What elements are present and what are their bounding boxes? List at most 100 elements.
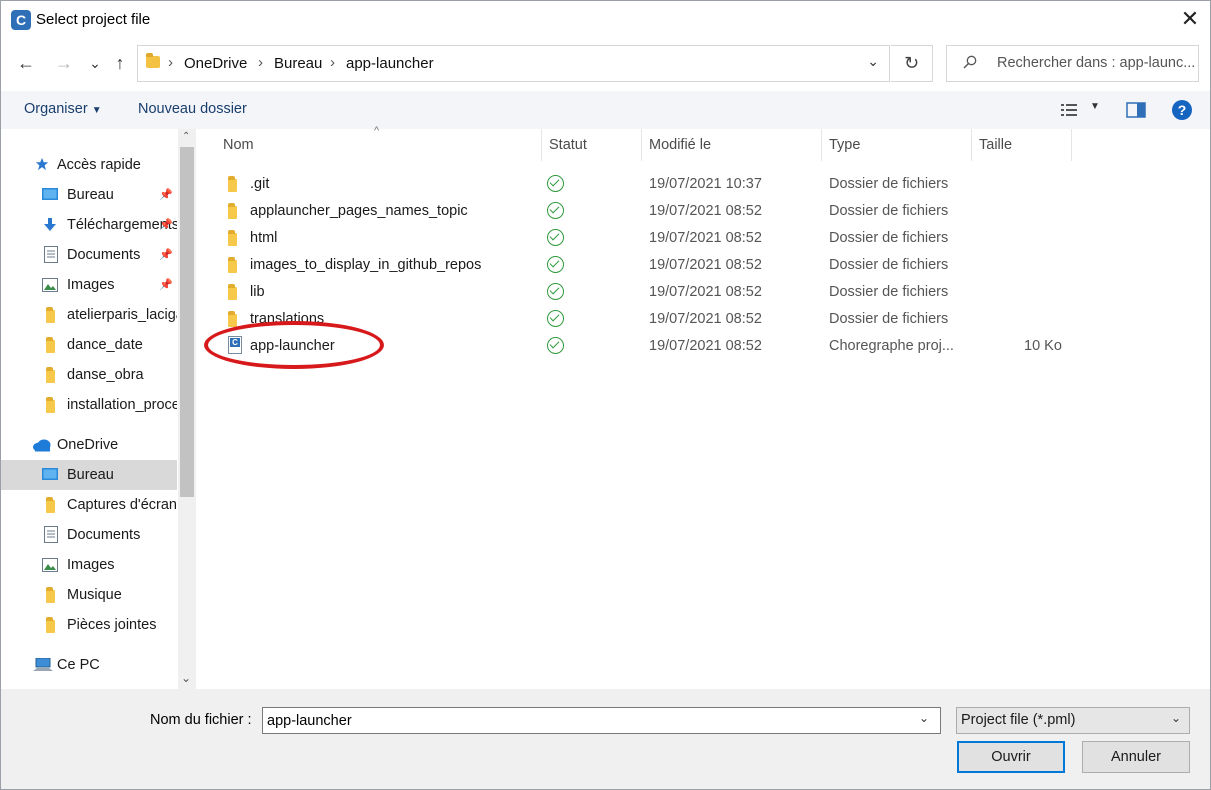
column-divider[interactable] [1071, 129, 1072, 161]
sync-ok-icon [547, 175, 564, 192]
file-row[interactable]: applauncher_pages_names_topic 19/07/2021… [216, 198, 1066, 225]
sidebar-item-label: Ce PC [57, 657, 100, 673]
sidebar-item-label: dance_date [67, 337, 143, 353]
cancel-button[interactable]: Annuler [1082, 741, 1190, 773]
filename-input[interactable] [262, 707, 941, 734]
view-options-dropdown[interactable]: ▼ [1090, 101, 1100, 112]
pin-icon: 📌 [159, 249, 173, 261]
sidebar-item-images-onedrive[interactable]: Images [1, 550, 177, 580]
sidebar-item-bureau-onedrive[interactable]: Bureau [1, 460, 177, 490]
sidebar-item-atelierparis[interactable]: atelierparis_lacigale [1, 300, 177, 330]
forward-button[interactable]: → [51, 49, 77, 77]
file-name: translations [250, 311, 325, 327]
folder-icon [46, 617, 55, 633]
file-row[interactable]: lib 19/07/2021 08:52 Dossier de fichiers [216, 279, 1066, 306]
column-header-modified[interactable]: Modifié le [649, 137, 711, 153]
desktop-icon [42, 468, 58, 480]
column-headers: ^ Nom Statut Modifié le Type Taille [214, 125, 1210, 161]
view-details-icon[interactable] [1059, 99, 1081, 121]
column-header-type[interactable]: Type [829, 137, 860, 153]
folder-icon [46, 337, 55, 353]
navigation-pane: Accès rapide Bureau 📌 Téléchargements 📌 … [1, 129, 177, 689]
up-button[interactable]: ↑ [107, 49, 133, 77]
file-modified: 19/07/2021 10:37 [649, 176, 762, 192]
sidebar-item-bureau-quick[interactable]: Bureau 📌 [1, 180, 177, 210]
sidebar-item-this-pc[interactable]: Ce PC [1, 650, 177, 680]
chevron-right-icon: › [168, 54, 173, 71]
folder-icon [228, 311, 237, 327]
scroll-up-arrow[interactable]: ⌃ [182, 131, 190, 142]
filename-label: Nom du fichier : [150, 712, 252, 728]
folder-icon [46, 397, 55, 413]
sidebar-item-label: Images [67, 277, 115, 293]
column-header-size[interactable]: Taille [979, 137, 1012, 153]
sidebar-scrollbar[interactable]: ⌃ ⌄ [178, 129, 196, 689]
sidebar-item-installation-process[interactable]: installation_process [1, 390, 177, 420]
sort-arrow-icon: ^ [374, 125, 380, 137]
preview-pane-icon[interactable] [1125, 99, 1147, 121]
file-modified: 19/07/2021 08:52 [649, 203, 762, 219]
breadcrumb-bureau[interactable]: Bureau [274, 55, 322, 72]
title-bar: C Select project file ✕ [1, 1, 1210, 39]
sync-ok-icon [547, 229, 564, 246]
sidebar-item-label: Documents [67, 527, 141, 543]
scroll-down-arrow[interactable]: ⌄ [181, 671, 191, 685]
breadcrumb-onedrive[interactable]: OneDrive [184, 55, 247, 72]
sidebar-item-images-quick[interactable]: Images 📌 [1, 270, 177, 300]
column-divider[interactable] [971, 129, 972, 161]
file-modified: 19/07/2021 08:52 [649, 230, 762, 246]
sidebar-item-downloads[interactable]: Téléchargements 📌 [1, 210, 177, 240]
search-box[interactable]: Rechercher dans : app-launc... [946, 45, 1199, 82]
recent-locations-button[interactable]: ⌄ [82, 49, 108, 77]
dialog-footer: Nom du fichier : ⌄ Project file (*.pml) … [1, 689, 1210, 789]
file-type: Dossier de fichiers [829, 311, 949, 327]
search-placeholder[interactable]: Rechercher dans : app-launc... [997, 55, 1195, 71]
help-icon[interactable]: ? [1171, 99, 1193, 121]
column-divider[interactable] [641, 129, 642, 161]
column-header-status[interactable]: Statut [549, 137, 587, 153]
address-dropdown-button[interactable]: ⌄ [867, 53, 879, 70]
toolbar: Organiser ▼ Nouveau dossier ▼ ? [1, 91, 1210, 129]
new-folder-button[interactable]: Nouveau dossier [138, 101, 247, 117]
scrollbar-thumb[interactable] [180, 147, 194, 497]
file-modified: 19/07/2021 08:52 [649, 338, 762, 354]
file-row[interactable]: .git 19/07/2021 10:37 Dossier de fichier… [216, 171, 1066, 198]
sidebar-item-label: danse_obra [67, 367, 144, 383]
folder-icon [228, 284, 237, 300]
file-type: Dossier de fichiers [829, 230, 949, 246]
organize-button[interactable]: Organiser ▼ [24, 101, 102, 117]
sidebar-item-documents-onedrive[interactable]: Documents [1, 520, 177, 550]
column-header-name[interactable]: Nom [223, 137, 254, 153]
folder-icon [228, 230, 237, 246]
sync-ok-icon [547, 310, 564, 327]
file-row[interactable]: images_to_display_in_github_repos 19/07/… [216, 252, 1066, 279]
address-bar[interactable]: › OneDrive › Bureau › app-launcher ⌄ [137, 45, 890, 82]
sidebar-item-pieces-jointes[interactable]: Pièces jointes [1, 610, 177, 640]
sidebar-item-documents-quick[interactable]: Documents 📌 [1, 240, 177, 270]
sidebar-item-onedrive[interactable]: OneDrive [1, 430, 177, 460]
sidebar-item-musique[interactable]: Musique [1, 580, 177, 610]
sidebar-item-dance-date[interactable]: dance_date [1, 330, 177, 360]
folder-icon [46, 497, 55, 513]
column-divider[interactable] [541, 129, 542, 161]
column-divider[interactable] [821, 129, 822, 161]
file-type: Choregraphe proj... [829, 338, 954, 354]
file-type: Dossier de fichiers [829, 203, 949, 219]
open-button[interactable]: Ouvrir [957, 741, 1065, 773]
file-row[interactable]: app-launcher 19/07/2021 08:52 Choregraph… [216, 333, 1066, 360]
back-button[interactable]: ← [13, 49, 39, 77]
filename-dropdown-button[interactable]: ⌄ [919, 711, 929, 725]
file-row[interactable]: translations 19/07/2021 08:52 Dossier de… [216, 306, 1066, 333]
close-button[interactable]: ✕ [1171, 1, 1209, 39]
file-type-select[interactable]: Project file (*.pml) ⌄ [956, 707, 1190, 734]
breadcrumb-app-launcher[interactable]: app-launcher [346, 55, 434, 72]
document-icon [44, 246, 58, 263]
document-icon [44, 526, 58, 543]
file-row[interactable]: html 19/07/2021 08:52 Dossier de fichier… [216, 225, 1066, 252]
sidebar-item-captures[interactable]: Captures d'écran [1, 490, 177, 520]
refresh-button[interactable]: ↻ [891, 45, 933, 82]
sidebar-item-label: Accès rapide [57, 157, 141, 173]
sidebar-item-label: installation_process [67, 397, 177, 413]
sidebar-item-quick-access[interactable]: Accès rapide [1, 150, 177, 180]
sidebar-item-danse-obra[interactable]: danse_obra [1, 360, 177, 390]
